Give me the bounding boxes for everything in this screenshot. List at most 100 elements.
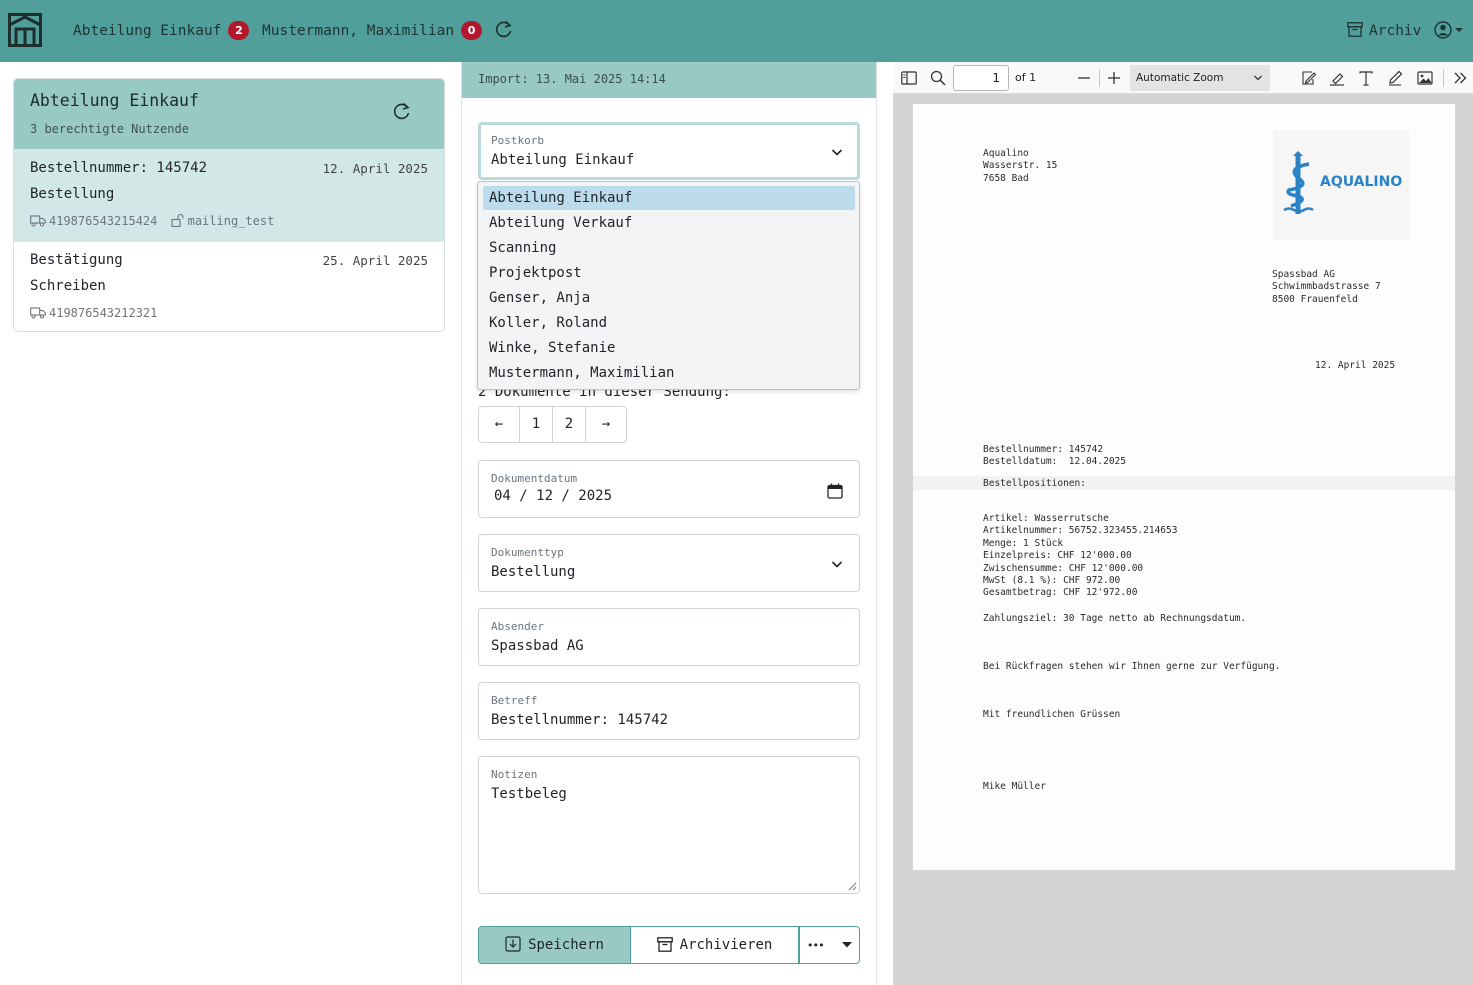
doc-questions: Bei Rückfragen stehen wir Ihnen gerne zu… — [983, 661, 1281, 672]
item-tracking: 419876543212321 — [49, 306, 158, 320]
user-count-badge: 0 — [461, 21, 483, 40]
postkorb-label: Postkorb — [491, 134, 544, 147]
pdf-toolbar: 1 of 1 Automatic Zoom — [893, 62, 1473, 94]
item-date: 12. April 2025 — [322, 161, 428, 176]
logo-text: AQUALINO — [1320, 174, 1403, 190]
toolbar-separator — [1443, 69, 1444, 87]
postkorb-option[interactable]: Genser, Anja — [483, 286, 855, 310]
doc-signature: Mike Müller — [983, 781, 1046, 792]
toolbar-separator — [1099, 69, 1100, 87]
unlock-icon — [171, 213, 184, 228]
page-count: of 1 — [1015, 71, 1037, 84]
zoom-select[interactable]: Automatic Zoom — [1130, 65, 1270, 91]
pager-next-button[interactable]: → — [586, 407, 626, 442]
postkorb-option[interactable]: Projektpost — [483, 261, 855, 285]
user-menu-icon[interactable] — [1434, 20, 1466, 40]
doc-order-info: Bestellnummer: 145742 Bestelldatum: 12.0… — [983, 444, 1126, 468]
archive-button-label: Archivieren — [679, 937, 773, 953]
more-actions-label: ••• — [806, 939, 825, 952]
item-user: mailing_test — [187, 214, 275, 228]
refresh-icon[interactable] — [392, 101, 412, 121]
document-pager: ← 1 2 → — [478, 406, 627, 443]
more-actions-dropdown[interactable]: ••• — [799, 926, 860, 964]
postkorb-option[interactable]: Koller, Roland — [483, 311, 855, 335]
item-date: 25. April 2025 — [322, 253, 428, 268]
document-type-value: Bestellung — [491, 564, 576, 580]
postkorb-option[interactable]: Abteilung Einkauf — [483, 186, 855, 210]
archive-icon — [656, 937, 673, 952]
postkorb-dropdown-list: Abteilung Einkauf Abteilung Verkauf Scan… — [477, 181, 860, 390]
double-chevron-right-icon[interactable] — [1452, 70, 1468, 86]
zoom-value: Automatic Zoom — [1136, 72, 1224, 84]
doc-positions: Artikel: Wasserrutsche Artikelnummer: 56… — [983, 513, 1178, 599]
archive-button[interactable]: Archivieren — [631, 926, 799, 964]
page-number-input[interactable]: 1 — [953, 65, 1009, 91]
document-type-select[interactable]: Dokumenttyp Bestellung — [478, 534, 860, 592]
nav-user-mailbox[interactable]: Mustermann, Maximilian 0 — [262, 20, 483, 42]
subject-field[interactable]: Betreff Bestellnummer: 145742 — [478, 682, 860, 740]
postkorb-option[interactable]: Winke, Stefanie — [483, 336, 855, 360]
pager-prev-button[interactable]: ← — [479, 407, 520, 442]
document-date-label: Dokumentdatum — [491, 472, 578, 485]
doc-sender-address: Aqualino Wasserstr. 15 7658 Bad — [983, 148, 1058, 184]
pager-page-1[interactable]: 1 — [520, 407, 553, 442]
subject-label: Betreff — [491, 694, 538, 707]
mailbox-panel: Abteilung Einkauf 3 berechtigte Nutzende… — [13, 78, 445, 332]
text-tool-icon[interactable] — [1358, 70, 1374, 86]
sidebar-toggle-icon[interactable] — [901, 70, 917, 86]
pager-page-2[interactable]: 2 — [553, 407, 586, 442]
postkorb-select[interactable]: Postkorb Abteilung Einkauf — [478, 122, 860, 180]
top-navbar: Abteilung Einkauf 2 Mustermann, Maximilia… — [0, 0, 1473, 62]
postkorb-option[interactable]: Mustermann, Maximilian — [483, 361, 855, 385]
archive-icon — [1347, 22, 1363, 37]
draw-icon[interactable] — [1387, 70, 1403, 86]
item-title: Bestätigung — [30, 252, 123, 268]
item-meta: 419876543212321 — [30, 306, 157, 320]
resize-handle-icon[interactable] — [847, 881, 857, 891]
postkorb-option[interactable]: Abteilung Verkauf — [483, 211, 855, 235]
list-item[interactable]: Bestellnummer: 145742 12. April 2025 Bes… — [14, 149, 444, 241]
notes-value: Testbeleg — [491, 786, 567, 802]
item-tracking: 419876543215424 — [49, 214, 158, 228]
notes-textarea[interactable]: Notizen Testbeleg — [478, 756, 860, 894]
search-icon[interactable] — [930, 70, 946, 86]
postkorb-option[interactable]: Scanning — [483, 236, 855, 260]
zoom-out-icon[interactable] — [1076, 70, 1092, 86]
zoom-in-icon[interactable] — [1106, 70, 1122, 86]
import-info: Import: 13. Mai 2025 14:14 — [462, 62, 876, 98]
doc-positions-heading: Bestellpositionen: — [983, 478, 1086, 489]
mailbox-count-badge: 2 — [228, 21, 250, 40]
nav-mailbox[interactable]: Abteilung Einkauf 2 — [73, 20, 250, 42]
mailbox-subtitle: 3 berechtigte Nutzende — [30, 122, 189, 136]
document-date-field[interactable]: Dokumentdatum 04 / 12 / 2025 — [478, 460, 860, 518]
truck-icon — [30, 215, 46, 227]
document-date-value: 04 / 12 / 2025 — [494, 488, 613, 504]
chevron-down-icon — [831, 561, 843, 568]
archive-label: Archiv — [1369, 23, 1422, 39]
mailbox-title: Abteilung Einkauf — [30, 91, 199, 110]
caret-down-icon — [842, 942, 853, 948]
calendar-icon[interactable] — [827, 483, 843, 499]
image-icon[interactable] — [1417, 70, 1433, 86]
signature-icon[interactable] — [1300, 70, 1316, 86]
list-item[interactable]: Bestätigung 25. April 2025 Schreiben 419… — [14, 241, 444, 331]
item-meta: 419876543215424 mailing_test — [30, 213, 275, 228]
sender-value: Spassbad AG — [491, 638, 584, 654]
sender-label: Absender — [491, 620, 544, 633]
app-logo-icon[interactable] — [8, 13, 42, 47]
highlight-icon[interactable] — [1329, 70, 1345, 86]
truck-icon — [30, 307, 46, 319]
caduceus-logo-icon — [1283, 151, 1314, 214]
save-button[interactable]: Speichern — [478, 926, 631, 964]
sender-field[interactable]: Absender Spassbad AG — [478, 608, 860, 666]
refresh-icon[interactable] — [494, 19, 514, 39]
postkorb-value: Abteilung Einkauf — [491, 152, 635, 168]
subject-value: Bestellnummer: 145742 — [491, 712, 669, 728]
save-icon — [505, 936, 521, 952]
archive-link[interactable]: Archiv — [1347, 20, 1421, 42]
mailbox-header: Abteilung Einkauf 3 berechtigte Nutzende — [14, 79, 444, 149]
pdf-viewer: 1 of 1 Automatic Zoom Aqualino Wasserstr… — [893, 62, 1473, 985]
notes-label: Notizen — [491, 768, 538, 781]
nav-user-label: Mustermann, Maximilian — [262, 23, 455, 39]
item-type: Schreiben — [30, 278, 106, 294]
